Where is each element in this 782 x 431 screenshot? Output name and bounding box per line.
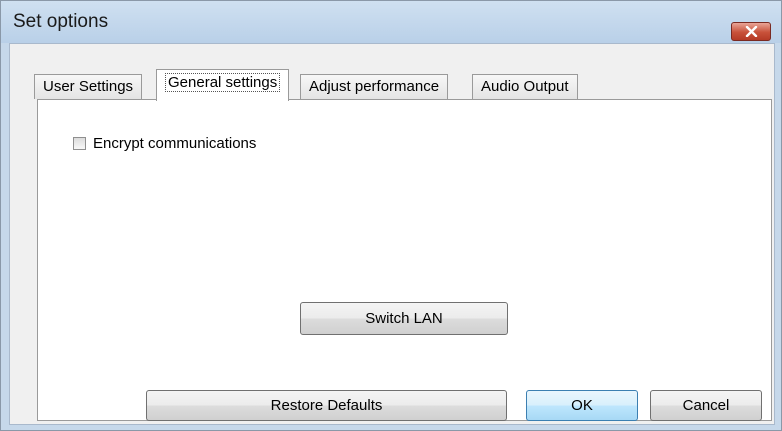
window-title: Set options [13,11,109,32]
cancel-button[interactable]: Cancel [650,390,762,421]
tab-general-settings[interactable]: General settings [156,69,290,101]
general-settings-panel: Encrypt communications Switch LAN [37,99,772,421]
title-bar[interactable]: Set options [1,1,781,43]
tab-adjust-performance[interactable]: Adjust performance [300,74,449,99]
close-button[interactable] [731,22,771,41]
tab-audio-output[interactable]: Audio Output [472,74,578,99]
encrypt-communications-option[interactable]: Encrypt communications [73,133,256,153]
tab-label: Adjust performance [309,78,440,95]
tab-label: Audio Output [481,78,569,95]
options-dialog: Set options User Settings General settin… [0,0,782,431]
dialog-body: User Settings General settings Adjust pe… [9,43,775,425]
encrypt-communications-label: Encrypt communications [93,134,257,152]
tab-user-settings[interactable]: User Settings [34,74,143,99]
switch-lan-button[interactable]: Switch LAN [300,302,508,335]
ok-button[interactable]: OK [526,390,638,421]
encrypt-communications-checkbox[interactable] [73,136,86,150]
tab-label: General settings [165,73,281,92]
restore-defaults-button[interactable]: Restore Defaults [146,390,507,421]
close-icon [745,26,758,37]
tab-label: User Settings [43,78,134,95]
